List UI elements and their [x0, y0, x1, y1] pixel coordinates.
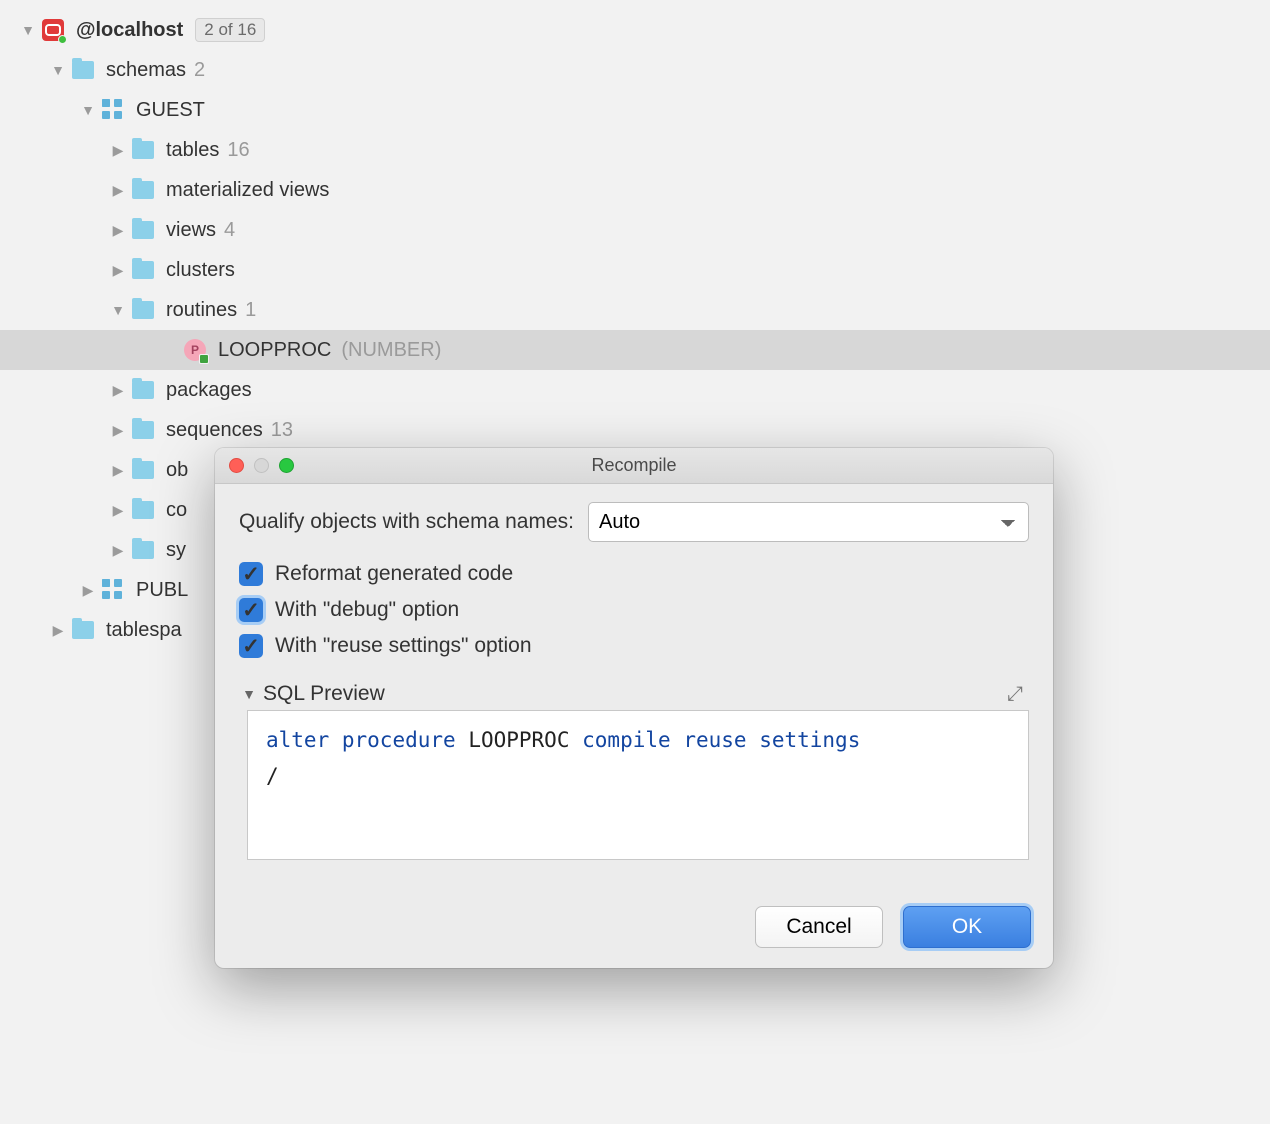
- chevron-right-icon[interactable]: [108, 380, 128, 400]
- tree-label: LOOPPROC: [218, 339, 331, 362]
- datasource-label: @localhost: [76, 19, 183, 42]
- tree-label: views: [166, 219, 216, 242]
- tree-label: tablespa: [106, 619, 182, 642]
- checkbox-reuse-label: With "reuse settings" option: [275, 634, 532, 658]
- sql-preview-header[interactable]: SQL Preview ⤢: [239, 682, 1029, 706]
- tree-count: 4: [224, 219, 235, 242]
- sql-id-name: LOOPPROC: [468, 728, 569, 752]
- chevron-right-icon[interactable]: [78, 580, 98, 600]
- qualify-row: Qualify objects with schema names: Auto: [239, 502, 1029, 542]
- tree-label: sequences: [166, 419, 263, 442]
- checkbox-debug-label: With "debug" option: [275, 598, 459, 622]
- tree-label: GUEST: [136, 99, 205, 122]
- checkbox-reformat[interactable]: [239, 562, 263, 586]
- chevron-down-icon[interactable]: [18, 20, 38, 40]
- arrow-none: [160, 340, 180, 360]
- tree-label: packages: [166, 379, 252, 402]
- chevron-right-icon[interactable]: [108, 500, 128, 520]
- chevron-right-icon[interactable]: [108, 540, 128, 560]
- sql-preview-label: SQL Preview: [263, 682, 385, 706]
- qualify-label: Qualify objects with schema names:: [239, 510, 574, 534]
- folder-icon: [132, 301, 154, 319]
- sql-kw-reuse: reuse: [683, 728, 746, 752]
- sql-kw-alter: alter: [266, 728, 329, 752]
- chevron-right-icon[interactable]: [108, 460, 128, 480]
- procedure-icon-letter: P: [191, 343, 199, 357]
- dialog-buttons: Cancel OK: [215, 892, 1053, 968]
- tree-item-routines[interactable]: routines 1: [0, 290, 1270, 330]
- folder-icon: [132, 181, 154, 199]
- tree-item-matviews[interactable]: materialized views: [0, 170, 1270, 210]
- tree-label: clusters: [166, 259, 235, 282]
- datasource-count-badge: 2 of 16: [195, 18, 265, 42]
- folder-icon: [72, 621, 94, 639]
- sql-kw-compile: compile: [582, 728, 671, 752]
- qualify-select[interactable]: Auto: [588, 502, 1029, 542]
- folder-icon: [132, 261, 154, 279]
- tree-item-schemas[interactable]: schemas 2: [0, 50, 1270, 90]
- tree-label: schemas: [106, 59, 186, 82]
- folder-icon: [132, 381, 154, 399]
- ok-button[interactable]: OK: [903, 906, 1031, 948]
- recompile-dialog: Recompile Qualify objects with schema na…: [215, 448, 1053, 968]
- dialog-title: Recompile: [215, 455, 1053, 476]
- tree-item-datasource[interactable]: @localhost 2 of 16: [0, 10, 1270, 50]
- checkbox-debug[interactable]: [239, 598, 263, 622]
- chevron-right-icon[interactable]: [108, 140, 128, 160]
- chevron-right-icon[interactable]: [108, 260, 128, 280]
- tree-item-tables[interactable]: tables 16: [0, 130, 1270, 170]
- tree-label: co: [166, 499, 187, 522]
- chevron-down-icon[interactable]: [78, 100, 98, 120]
- folder-icon: [132, 461, 154, 479]
- folder-icon: [132, 421, 154, 439]
- tree-item-clusters[interactable]: clusters: [0, 250, 1270, 290]
- tree-count: 13: [271, 419, 293, 442]
- chevron-right-icon[interactable]: [48, 620, 68, 640]
- dialog-body: Qualify objects with schema names: Auto …: [215, 484, 1053, 892]
- cancel-button[interactable]: Cancel: [755, 906, 883, 948]
- tree-count: 16: [227, 139, 249, 162]
- tree-count: 2: [194, 59, 205, 82]
- checkbox-reuse-row[interactable]: With "reuse settings" option: [239, 634, 1029, 658]
- procedure-icon: P: [184, 339, 206, 361]
- tree-label: tables: [166, 139, 219, 162]
- tree-label: PUBL: [136, 579, 188, 602]
- tree-item-sequences[interactable]: sequences 13: [0, 410, 1270, 450]
- checkbox-reformat-row[interactable]: Reformat generated code: [239, 562, 1029, 586]
- expand-icon[interactable]: ⤢: [1007, 683, 1029, 705]
- chevron-right-icon[interactable]: [108, 420, 128, 440]
- chevron-down-icon[interactable]: [48, 60, 68, 80]
- tree-item-procedure[interactable]: P LOOPPROC (NUMBER): [0, 330, 1270, 370]
- tree-item-packages[interactable]: packages: [0, 370, 1270, 410]
- chevron-down-icon[interactable]: [108, 300, 128, 320]
- folder-icon: [132, 541, 154, 559]
- oracle-icon: [42, 19, 64, 41]
- checkbox-debug-row[interactable]: With "debug" option: [239, 598, 1029, 622]
- tree-label: routines: [166, 299, 237, 322]
- folder-icon: [132, 141, 154, 159]
- checkbox-reuse[interactable]: [239, 634, 263, 658]
- schema-icon: [102, 579, 124, 601]
- tree-label: materialized views: [166, 179, 329, 202]
- tree-label: sy: [166, 539, 186, 562]
- tree-count: 1: [245, 299, 256, 322]
- folder-icon: [72, 61, 94, 79]
- dialog-titlebar[interactable]: Recompile: [215, 448, 1053, 484]
- sql-preview[interactable]: alter procedure LOOPPROC compile reuse s…: [247, 710, 1029, 860]
- chevron-right-icon[interactable]: [108, 220, 128, 240]
- folder-icon: [132, 221, 154, 239]
- tree-item-views[interactable]: views 4: [0, 210, 1270, 250]
- tree-label: ob: [166, 459, 188, 482]
- chevron-down-icon[interactable]: [239, 684, 259, 704]
- sql-kw-procedure: procedure: [342, 728, 456, 752]
- folder-icon: [132, 501, 154, 519]
- procedure-type: (NUMBER): [341, 339, 441, 362]
- schema-icon: [102, 99, 124, 121]
- chevron-right-icon[interactable]: [108, 180, 128, 200]
- sql-slash: /: [266, 764, 279, 788]
- checkbox-reformat-label: Reformat generated code: [275, 562, 513, 586]
- tree-item-schema-guest[interactable]: GUEST: [0, 90, 1270, 130]
- sql-kw-settings: settings: [759, 728, 860, 752]
